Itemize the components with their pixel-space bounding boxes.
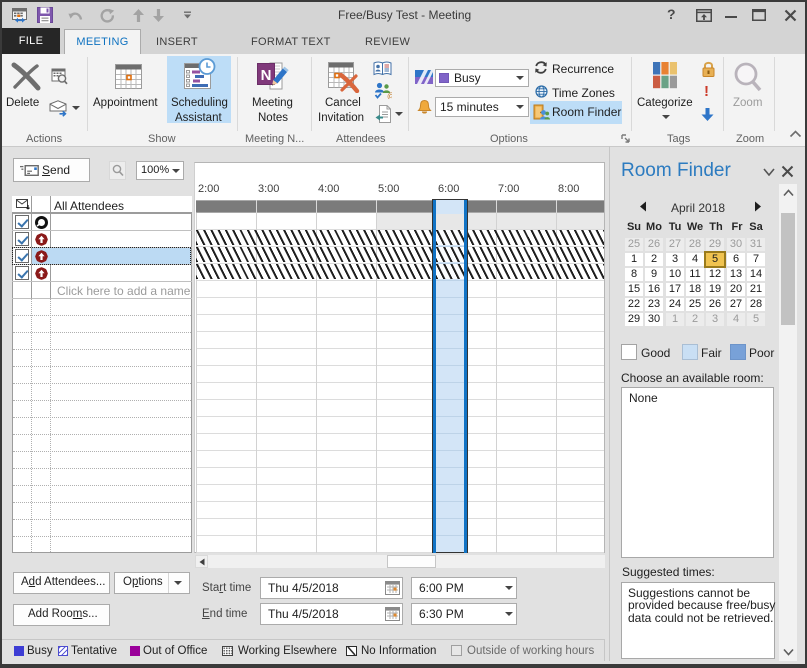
svg-text:N: N	[261, 67, 272, 84]
svg-text:@: @	[387, 92, 392, 100]
